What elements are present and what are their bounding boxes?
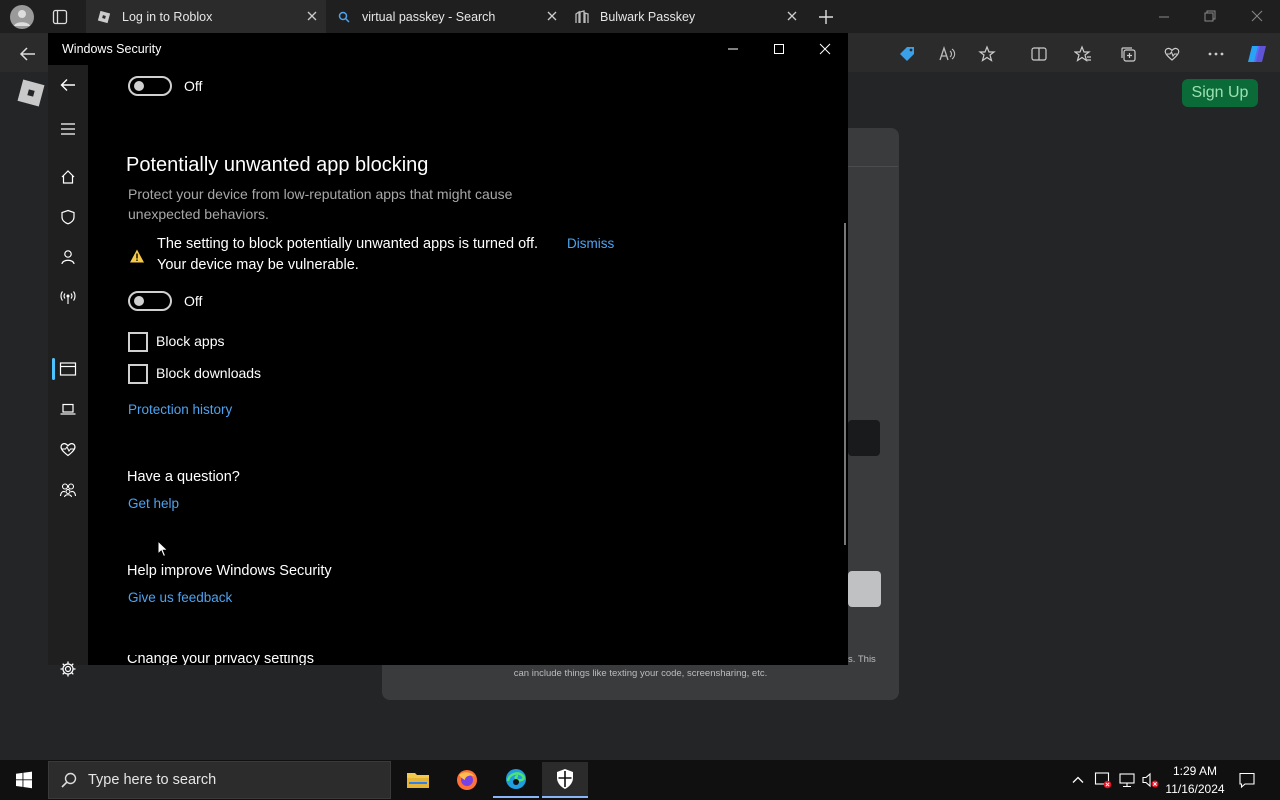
block-apps-label: Block apps [156,333,225,349]
family-options-icon[interactable] [58,480,78,500]
card-note-fragment: s. This [848,654,876,665]
dismiss-link[interactable]: Dismiss [567,236,614,251]
privacy-heading: Change your privacy settings [127,655,314,665]
restore-browser-icon[interactable] [1204,10,1216,22]
block-downloads-checkbox[interactable] [128,364,148,384]
new-tab-icon[interactable] [818,9,834,25]
close-window-icon[interactable] [819,43,831,55]
clipped-bottom-area: Change your privacy settings [48,655,848,665]
login-submit-button[interactable] [848,571,881,607]
split-screen-icon[interactable] [1029,44,1049,64]
copilot-icon[interactable] [1246,42,1270,66]
clock-date: 11/16/2024 [1165,782,1225,796]
app-browser-control-icon[interactable] [58,359,78,379]
device-security-laptop-icon[interactable] [58,399,78,419]
maximize-window-icon[interactable] [773,43,785,55]
warning-line-2: Your device may be vulnerable. [157,257,359,273]
search-icon [60,771,78,789]
home-icon[interactable] [58,167,78,187]
roblox-favicon-icon [96,9,112,25]
tab-title: Bulwark Passkey [600,9,696,24]
bulwark-favicon-icon [574,9,590,25]
tab-actions-icon[interactable] [52,9,68,25]
section-heading: Potentially unwanted app blocking [126,154,429,176]
question-heading: Have a question? [127,469,240,485]
security-sidebar [48,65,88,677]
read-aloud-icon[interactable] [937,44,957,64]
search-favicon-icon [336,9,352,25]
protection-history-link[interactable]: Protection history [128,402,232,417]
taskbar-clock[interactable]: 1:29 AM 11/16/2024 [1160,762,1230,798]
close-browser-icon[interactable] [1251,10,1263,22]
file-explorer-icon[interactable] [395,762,441,798]
volume-muted-icon[interactable] [1141,771,1159,789]
roblox-logo[interactable] [16,78,46,108]
card-divider [848,166,898,167]
notification-center-icon[interactable] [1238,771,1256,789]
tab-title: Log in to Roblox [122,9,213,24]
favorite-star-icon[interactable] [977,44,997,64]
improve-heading: Help improve Windows Security [127,563,332,579]
more-options-icon[interactable] [1206,44,1226,64]
tab-bulwark[interactable]: Bulwark Passkey [566,0,806,33]
shield-icon[interactable] [58,207,78,227]
signup-button[interactable]: Sign Up [1182,79,1258,107]
content-scrollbar[interactable] [844,223,846,545]
tab-search[interactable]: virtual passkey - Search [326,0,566,33]
block-apps-checkbox[interactable] [128,332,148,352]
chevron-up-icon[interactable] [1071,773,1085,787]
hamburger-menu-icon[interactable] [58,119,78,139]
card-note: can include things like texting your cod… [513,668,768,679]
top-toggle-switch[interactable] [128,76,172,96]
section-description: Protect your device from low-reputation … [128,186,513,222]
collections-icon[interactable] [1118,44,1138,64]
back-icon[interactable] [18,44,38,64]
warning-icon [129,248,145,264]
tab-title: virtual passkey - Search [362,9,496,24]
browser-essentials-icon[interactable] [1162,44,1182,64]
tab-roblox[interactable]: Log in to Roblox [86,0,326,33]
close-tab-icon[interactable] [546,10,558,22]
get-help-link[interactable]: Get help [128,496,179,511]
window-title: Windows Security [62,42,162,56]
windows-security-window: Windows Security Off Potentially unwante… [48,33,848,677]
device-health-heart-icon[interactable] [58,439,78,459]
windows-security-taskbar-icon[interactable] [542,762,588,798]
edge-taskbar-icon[interactable] [493,762,539,798]
network-icon[interactable] [1118,771,1136,789]
back-arrow-icon[interactable] [58,75,78,95]
security-tray-icon[interactable] [1094,771,1112,789]
close-tab-icon[interactable] [786,10,798,22]
minimize-window-icon[interactable] [727,43,739,55]
firefox-icon[interactable] [444,762,490,798]
pua-toggle-label: Off [184,293,203,309]
account-person-icon[interactable] [58,247,78,267]
warning-line-1: The setting to block potentially unwante… [157,236,539,252]
feedback-link[interactable]: Give us feedback [128,590,232,605]
profile-avatar[interactable] [10,5,34,29]
window-titlebar: Windows Security [48,33,848,65]
nav-selection-indicator [52,358,55,380]
minimize-browser-icon[interactable] [1158,11,1170,23]
favorites-icon[interactable] [1073,44,1093,64]
firewall-network-icon[interactable] [58,287,78,307]
coupon-tag-icon[interactable] [897,44,917,64]
pua-toggle-switch[interactable] [128,291,172,311]
block-downloads-label: Block downloads [156,365,262,381]
search-placeholder: Type here to search [88,772,217,788]
clock-time: 1:29 AM [1172,764,1218,778]
close-tab-icon[interactable] [306,10,318,22]
mouse-cursor-icon [157,540,169,558]
login-input-field[interactable] [848,420,880,456]
top-toggle-label: Off [184,78,203,94]
browser-tab-strip: Log in to Roblox virtual passkey - Searc… [0,0,1280,33]
windows-start-icon[interactable] [15,771,33,789]
